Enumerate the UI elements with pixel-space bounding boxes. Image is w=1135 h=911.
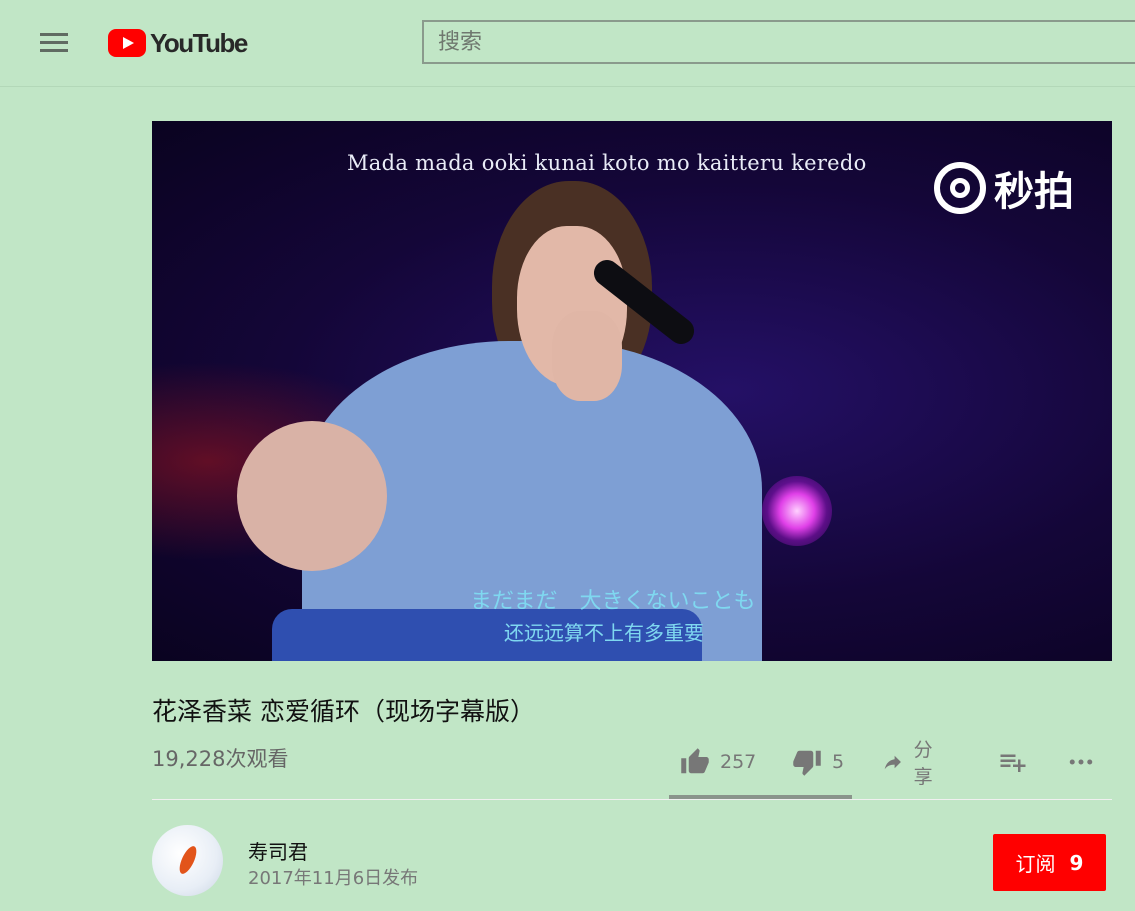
more-dots-icon	[1069, 759, 1093, 765]
lyric-romaji: Mada mada ooki kunai koto mo kaitteru ke…	[347, 151, 867, 175]
dislike-count: 5	[832, 751, 845, 773]
singer-hand	[552, 311, 622, 401]
video-title: 花泽香菜 恋爱循环（现场字幕版）	[152, 697, 535, 726]
thumbs-down-icon	[793, 750, 821, 776]
youtube-play-icon	[108, 29, 146, 57]
add-to-playlist-button[interactable]	[998, 740, 1028, 784]
share-label: 分享	[913, 739, 933, 788]
lyric-chinese: 还远远算不上有多重要	[504, 621, 704, 645]
dislike-button[interactable]: 5	[792, 740, 844, 784]
singer-arm	[237, 421, 387, 571]
share-arrow-icon	[884, 755, 901, 770]
thumbs-up-icon	[681, 748, 709, 774]
miaopai-camera-icon	[934, 162, 986, 214]
subscriber-count: 9	[1069, 850, 1084, 875]
more-actions-button[interactable]	[1066, 740, 1096, 784]
playlist-add-icon	[1000, 754, 1026, 772]
share-button[interactable]: 分享	[882, 739, 941, 788]
watermark-text: 秒拍	[994, 169, 1074, 215]
masthead: YouTube	[0, 0, 1135, 87]
subscribe-label: 订阅	[1015, 852, 1056, 876]
search-input[interactable]	[422, 20, 1135, 64]
divider	[152, 799, 1112, 800]
goldfish-icon	[176, 843, 200, 877]
publish-date: 2017年11月6日发布	[248, 868, 419, 889]
view-count: 19,228次观看	[152, 747, 289, 771]
lyric-japanese: まだまだ 大きくないことも	[470, 589, 756, 614]
menu-icon[interactable]	[40, 33, 68, 53]
youtube-logo[interactable]: YouTube	[108, 27, 248, 58]
like-count: 257	[720, 751, 757, 773]
channel-avatar[interactable]	[152, 825, 223, 896]
channel-name[interactable]: 寿司君	[248, 836, 308, 865]
watermark: 秒拍	[934, 159, 1074, 217]
video-player[interactable]: Mada mada ooki kunai koto mo kaitteru ke…	[152, 121, 1112, 661]
subscribe-button[interactable]: 订阅 9	[993, 834, 1106, 891]
stage-light	[762, 476, 832, 546]
logo-text: YouTube	[150, 27, 248, 58]
like-button[interactable]: 257	[680, 740, 756, 784]
